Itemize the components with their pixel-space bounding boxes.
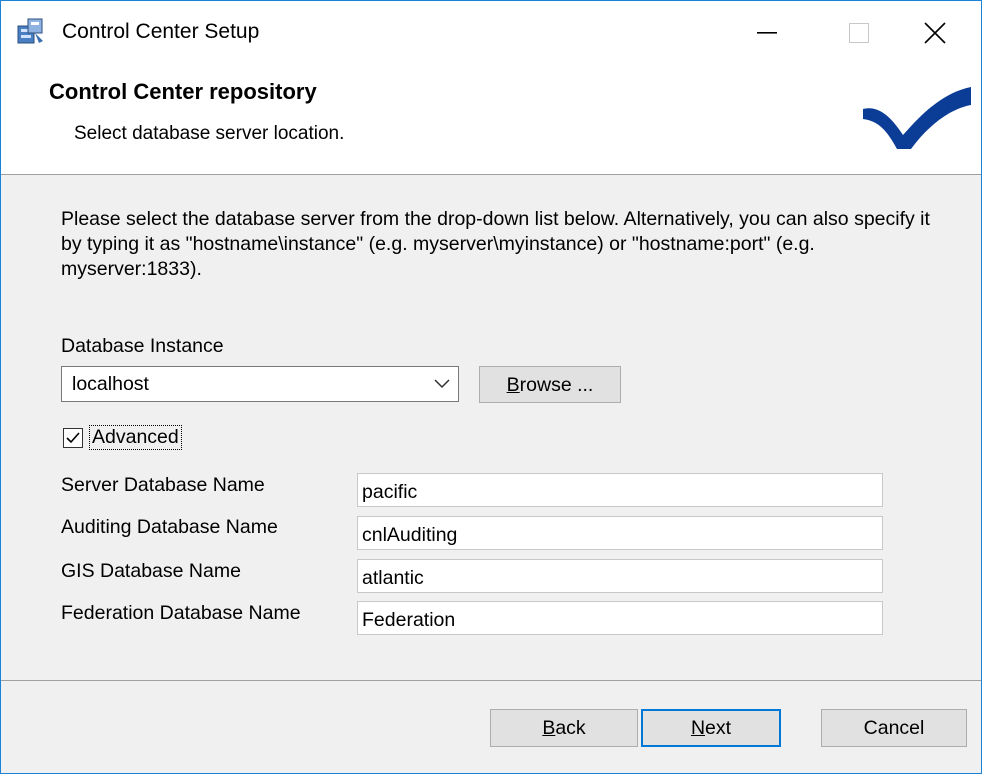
- close-icon: [924, 22, 946, 44]
- auditing-database-name-label: Auditing Database Name: [61, 516, 278, 538]
- maximize-icon: [849, 23, 869, 43]
- database-instance-label: Database Instance: [61, 335, 224, 357]
- cancel-button[interactable]: Cancel: [821, 709, 967, 747]
- next-button-accelerator: N: [690, 717, 706, 739]
- federation-database-name-input[interactable]: [358, 602, 882, 634]
- back-button-label: ack: [555, 717, 586, 739]
- checkmark-icon: [66, 432, 80, 444]
- next-button[interactable]: Next: [641, 709, 781, 747]
- company-logo-icon: [863, 87, 971, 149]
- next-button-label: ext: [705, 717, 732, 739]
- server-database-name-input[interactable]: [358, 474, 882, 506]
- database-instance-value: localhost: [72, 373, 149, 395]
- advanced-checkbox-box[interactable]: [63, 428, 83, 448]
- federation-database-name-label: Federation Database Name: [61, 602, 301, 624]
- server-database-name-label: Server Database Name: [61, 474, 265, 496]
- wizard-content: Please select the database server from t…: [1, 175, 981, 680]
- browse-button-accelerator: B: [506, 374, 520, 396]
- back-button-accelerator: B: [542, 717, 556, 739]
- minimize-icon: [757, 32, 777, 34]
- close-button[interactable]: [889, 1, 981, 65]
- federation-database-name-field[interactable]: [357, 601, 883, 635]
- browse-button[interactable]: Browse ...: [479, 366, 621, 403]
- chevron-down-icon[interactable]: [434, 379, 450, 389]
- page-title: Control Center repository: [49, 79, 317, 104]
- server-database-name-field[interactable]: [357, 473, 883, 507]
- gis-database-name-field[interactable]: [357, 559, 883, 593]
- auditing-database-name-field[interactable]: [357, 516, 883, 550]
- window-title: Control Center Setup: [62, 20, 260, 43]
- gis-database-name-label: GIS Database Name: [61, 560, 241, 582]
- advanced-checkbox-label[interactable]: Advanced: [89, 425, 182, 450]
- auditing-database-name-input[interactable]: [358, 517, 882, 549]
- setup-window: Control Center Setup Control Center repo…: [0, 0, 982, 774]
- footer-divider: [1, 680, 981, 681]
- browse-button-label: rowse ...: [519, 374, 594, 396]
- database-instance-dropdown[interactable]: localhost: [61, 366, 459, 402]
- instructions-text: Please select the database server from t…: [61, 208, 930, 280]
- wizard-header: Control Center repository Select databas…: [1, 65, 981, 175]
- back-button[interactable]: Back: [490, 709, 638, 747]
- page-subtitle: Select database server location.: [74, 123, 345, 144]
- gis-database-name-input[interactable]: [358, 560, 882, 592]
- title-bar: Control Center Setup: [1, 1, 981, 65]
- installer-app-icon: [17, 18, 43, 44]
- minimize-button[interactable]: [721, 1, 813, 65]
